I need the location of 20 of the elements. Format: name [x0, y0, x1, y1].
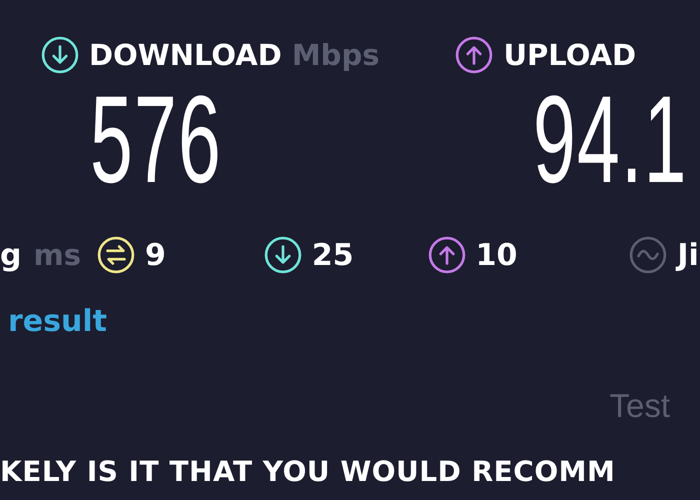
download-icon — [264, 236, 302, 274]
latency-value: 25 — [312, 238, 354, 272]
ping-label: g — [0, 238, 22, 272]
upload-speed: 94.1 — [532, 78, 688, 202]
upload-icon — [428, 236, 466, 274]
download-icon — [41, 36, 79, 74]
wave-icon — [629, 236, 668, 274]
result-link[interactable]: result — [8, 304, 107, 339]
latency-value: 9 — [144, 238, 166, 272]
test-label: Test — [609, 387, 670, 425]
jitter-label: Ji — [677, 238, 699, 272]
arrows-icon — [96, 236, 135, 274]
upload-label: UPLOAD — [503, 38, 636, 72]
download-unit: Mbps — [292, 38, 380, 72]
download-speed: 576 — [90, 78, 222, 202]
download-label: DOWNLOAD — [89, 38, 282, 72]
upload-icon — [455, 36, 494, 74]
survey-question: KELY IS IT THAT YOU WOULD RECOMM — [0, 455, 616, 488]
ping-unit: ms — [33, 238, 81, 272]
latency-value: 10 — [476, 238, 518, 272]
